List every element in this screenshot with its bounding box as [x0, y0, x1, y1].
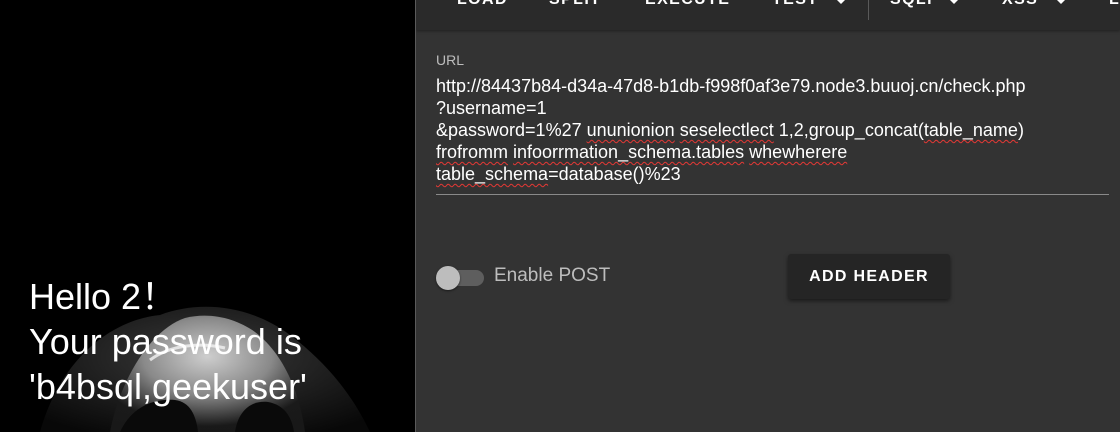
page-result-pane: Hello 2！ Your password is 'b4bsql,geekus… [0, 0, 415, 432]
url-line-1: http://84437b84-d34a-47d8-b1db-f998f0af3… [436, 76, 1026, 96]
url-input[interactable]: http://84437b84-d34a-47d8-b1db-f998f0af3… [436, 75, 1108, 185]
xss-menu[interactable]: XSS [1002, 0, 1038, 9]
greeting-text: Hello 2！ [29, 276, 178, 317]
split-button[interactable]: SPLIT [549, 0, 601, 9]
hackbar-panel: LOAD SPLIT EXECUTE TEST SQLI XSS L URL h… [416, 0, 1120, 432]
load-button[interactable]: LOAD [457, 0, 508, 9]
login-result-message: Hello 2！ Your password is 'b4bsql,geekus… [29, 274, 307, 409]
xss-chevron-down-icon[interactable] [1057, 0, 1065, 4]
url-line-5: table_schema=database()%23 [436, 164, 681, 184]
execute-button[interactable]: EXECUTE [645, 0, 730, 9]
add-header-button[interactable]: ADD HEADER [788, 254, 950, 299]
sqli-chevron-down-icon[interactable] [950, 0, 958, 4]
url-line-3: &password=1%27 ununionion seselectlect 1… [436, 120, 1024, 140]
password-value-text: 'b4bsql,geekuser' [29, 366, 307, 407]
test-chevron-down-icon[interactable] [837, 0, 845, 4]
enable-post-toggle[interactable] [436, 266, 484, 290]
enable-post-label[interactable]: Enable POST [494, 265, 610, 287]
url-label: URL [436, 52, 465, 68]
toolbar-separator [868, 0, 869, 20]
url-line-4: frofromm infoorrmation_schema.tables whe… [436, 142, 848, 162]
sqli-menu[interactable]: SQLI [890, 0, 933, 9]
url-line-2: ?username=1 [436, 98, 547, 118]
password-intro-text: Your password is [29, 321, 302, 362]
lfi-menu[interactable]: L [1109, 0, 1120, 9]
test-menu[interactable]: TEST [772, 0, 819, 9]
url-field-underline [436, 194, 1109, 195]
hackbar-toolbar: LOAD SPLIT EXECUTE TEST SQLI XSS L [416, 0, 1120, 30]
toggle-knob [436, 266, 460, 290]
